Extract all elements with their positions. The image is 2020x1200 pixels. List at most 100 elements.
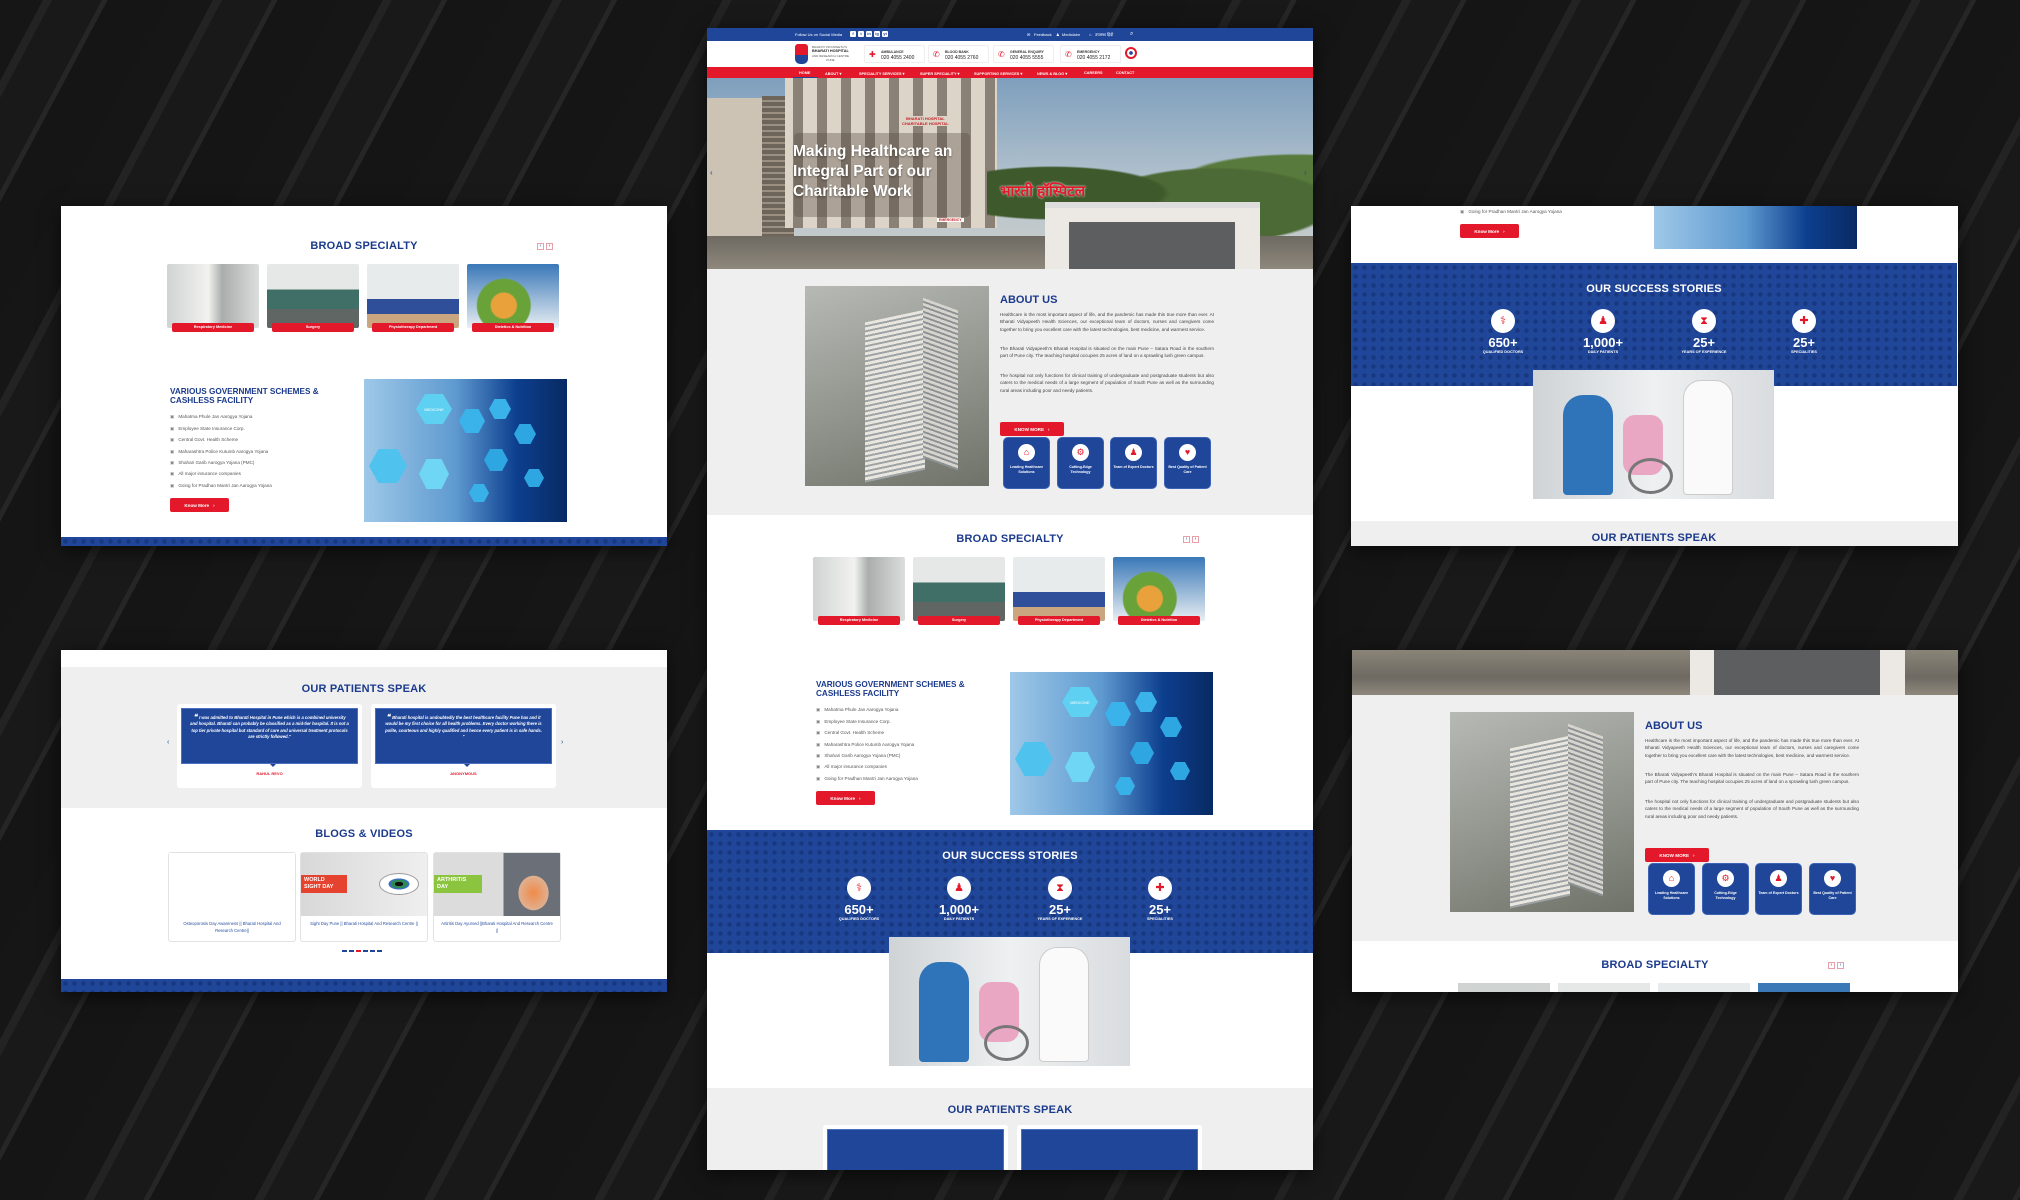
nav-super-speciality[interactable]: SUPER SPECIALITY ▾ <box>920 71 959 76</box>
list-bullet-icon: ▣ <box>170 426 175 431</box>
nav-careers[interactable]: CAREERS <box>1084 71 1103 75</box>
carousel-dot[interactable] <box>349 950 354 952</box>
specialty-card[interactable]: Surgery <box>913 557 1005 625</box>
chevron-right-icon: › <box>213 502 215 508</box>
blog-card[interactable]: WORLD SIGHT DAY Sight Day Pune || Bharati … <box>300 852 428 942</box>
testimonial-quote: ❝ Bharati hospital is undoubtedly the be… <box>375 708 552 767</box>
contact-number: 020 4055 2400 <box>881 55 915 61</box>
linkedin-icon[interactable]: in <box>866 31 872 37</box>
success-stories-title: OUR SUCCESS STORIES <box>1586 283 1722 295</box>
banner-line: WORLD <box>304 877 325 883</box>
respiratory-medicine-image <box>167 264 259 328</box>
specialty-card[interactable]: Respiratory Medicine <box>167 264 259 332</box>
specialty-card[interactable]: Surgery <box>267 264 359 332</box>
specialty-image-partial <box>1758 983 1850 992</box>
left-bottom-preview: OUR PATIENTS SPEAK ‹ › ❝ I was admitted … <box>61 650 667 992</box>
nav-about[interactable]: ABOUT ▾ <box>825 71 841 76</box>
hindi-link[interactable]: उपलब्ध हिंदी <box>1095 32 1113 38</box>
specialty-card[interactable]: Dietetics & Nutrition <box>467 264 559 332</box>
hero-prev-arrow[interactable]: ‹ <box>710 168 713 177</box>
emergency-contact[interactable]: ✆ EMERGENCY 020 4055 2172 <box>1060 45 1121 63</box>
about-paragraph: The Bharati Vidyapeeth's Bharati Hospita… <box>1000 346 1214 359</box>
gov-know-more-button[interactable]: Know More › <box>170 498 229 512</box>
carousel-dot[interactable] <box>370 950 375 952</box>
carousel-dot-active[interactable] <box>356 950 361 952</box>
scheme-label: Going for Pradhan Mantri Jan Aarogya Yoj… <box>178 483 272 488</box>
nav-contact[interactable]: CONTACT <box>1116 71 1134 75</box>
youtube-icon[interactable]: yt <box>882 31 888 37</box>
specialty-label: Dietetics & Nutrition <box>472 323 554 332</box>
gov-slot: VARIOUS GOVERNMENT SCHEMES & CASHLESS FA… <box>61 361 667 537</box>
nav-speciality-services[interactable]: SPECIALITY SERVICES ▾ <box>859 71 904 76</box>
testimonial-prev-arrow[interactable]: ‹ <box>167 739 169 746</box>
quote-text: Bharati hospital is undoubtedly the best… <box>385 715 542 740</box>
stat-value: 1,000+ <box>1582 335 1624 350</box>
facebook-icon[interactable]: f <box>850 31 856 37</box>
physiotherapy-image <box>367 264 459 328</box>
list-bullet-icon: ▣ <box>816 776 821 781</box>
hero-next-arrow[interactable]: › <box>1304 168 1307 177</box>
physiotherapy-image <box>1013 557 1105 621</box>
carousel-dot[interactable] <box>342 950 347 952</box>
patient-care-icon: ♥ <box>1824 870 1841 887</box>
stat-label: YEARS OF EXPERIENCE <box>1681 350 1727 354</box>
list-bullet-icon: ▣ <box>170 449 175 454</box>
carousel-dot[interactable] <box>363 950 368 952</box>
nav-news-blog[interactable]: NEWS & BLOG ▾ <box>1037 71 1067 76</box>
building-sign: BHARATI HOSPITAL CHARITABLE HOSPITAL <box>902 116 949 126</box>
feature-card: ♥ Best Quality of Patient Care <box>1809 863 1856 915</box>
blog-card[interactable]: ARTHRITIS DAY Artiritis Day Ayurved ||Bhar… <box>433 852 561 942</box>
home-icon: ⌂ <box>1089 32 1092 37</box>
patients-speak-section: OUR PATIENTS SPEAK ‹ › ❝ I was admitted … <box>61 667 667 808</box>
stat-item: ⧗ 25+ YEARS OF EXPERIENCE <box>1654 309 1754 357</box>
about-know-more-button[interactable]: KNOW MORE › <box>1000 422 1064 436</box>
hospital-logo[interactable] <box>795 44 808 64</box>
doctor-patient-photo <box>1533 370 1774 499</box>
hospital-icon: ⌂ <box>1663 870 1680 887</box>
feature-card: ⌂ Leading Healthcare Solutions <box>1003 437 1050 489</box>
next-arrow-icon[interactable]: › <box>546 243 553 250</box>
prev-arrow-icon[interactable]: ‹ <box>1183 536 1190 543</box>
twitter-icon[interactable]: t <box>858 31 864 37</box>
search-icon[interactable]: ⌕ <box>1130 31 1133 38</box>
blog-card[interactable]: Osteoporosis Day Awareness || Bharati Ho… <box>168 852 296 942</box>
ambulance-contact[interactable]: ✚ AMBULANCE 020 4055 2400 <box>864 45 925 63</box>
gov-know-more-button[interactable]: Know More › <box>816 791 875 805</box>
about-know-more-button[interactable]: KNOW MORE › <box>1645 848 1709 862</box>
broad-specialty-section: BROAD SPECIALTY ‹ › Respiratory Medicine … <box>61 222 667 361</box>
prev-arrow-icon[interactable]: ‹ <box>537 243 544 250</box>
list-bullet-icon: ▣ <box>170 437 175 442</box>
feedback-link[interactable]: Feedback <box>1034 32 1052 37</box>
gov-know-more-button[interactable]: Know More › <box>1460 224 1519 238</box>
next-arrow-icon[interactable]: › <box>1837 962 1844 969</box>
contact-label: AMBULANCE <box>881 50 904 54</box>
specialty-card[interactable]: Physiotherapy Department <box>1013 557 1105 625</box>
patients-speak-section-partial: OUR PATIENTS SPEAK <box>1351 521 1958 546</box>
instagram-icon[interactable]: ig <box>874 31 880 37</box>
mediclaim-link[interactable]: Mediclaim <box>1062 32 1080 37</box>
blog-thumbnail: ARTHRITIS DAY <box>434 853 560 916</box>
specialty-card[interactable]: Dietetics & Nutrition <box>1113 557 1205 625</box>
feature-label: Best Quality of Patient Care <box>1168 465 1207 474</box>
specialty-card[interactable]: Respiratory Medicine <box>813 557 905 625</box>
feature-label: Cutting-Edge Technology <box>1714 891 1737 900</box>
nav-supporting-services[interactable]: SUPPORTING SERVICES ▾ <box>974 71 1022 76</box>
top-bar: Follow Us on Social Media f t in ig yt ✉… <box>707 28 1313 41</box>
prev-arrow-icon[interactable]: ‹ <box>1828 962 1835 969</box>
doctors-icon: ♟ <box>1125 444 1142 461</box>
feature-card: ♟ Team of Expert Doctors <box>1755 863 1802 915</box>
next-arrow-icon[interactable]: › <box>1192 536 1199 543</box>
scheme-item: ▣ Employee State Insurance Corp. <box>816 719 891 725</box>
main-page-preview: Follow Us on Social Media f t in ig yt ✉… <box>707 28 1313 1170</box>
scheme-item: ▣ Mahatma Phule Jan Aarogya Yojana <box>816 707 898 713</box>
testimonial-next-arrow[interactable]: › <box>561 739 563 746</box>
gov-schemes-title: VARIOUS GOVERNMENT SCHEMES & CASHLESS FA… <box>816 680 965 698</box>
stat-item: ✚ 25+ SPECIALITIES <box>1110 876 1210 924</box>
nav-home[interactable]: HOME <box>799 71 810 75</box>
general-enquiry-contact[interactable]: ✆ GENERAL ENQUIRY 020 4055 5555 <box>993 45 1054 63</box>
specialty-card[interactable]: Physiotherapy Department <box>367 264 459 332</box>
blood-bank-contact[interactable]: ✆ BLOOD BANK 020 4055 2760 <box>928 45 989 63</box>
carousel-dot[interactable] <box>377 950 382 952</box>
list-bullet-icon: ▣ <box>170 460 175 465</box>
contact-label: GENERAL ENQUIRY <box>1010 50 1044 54</box>
